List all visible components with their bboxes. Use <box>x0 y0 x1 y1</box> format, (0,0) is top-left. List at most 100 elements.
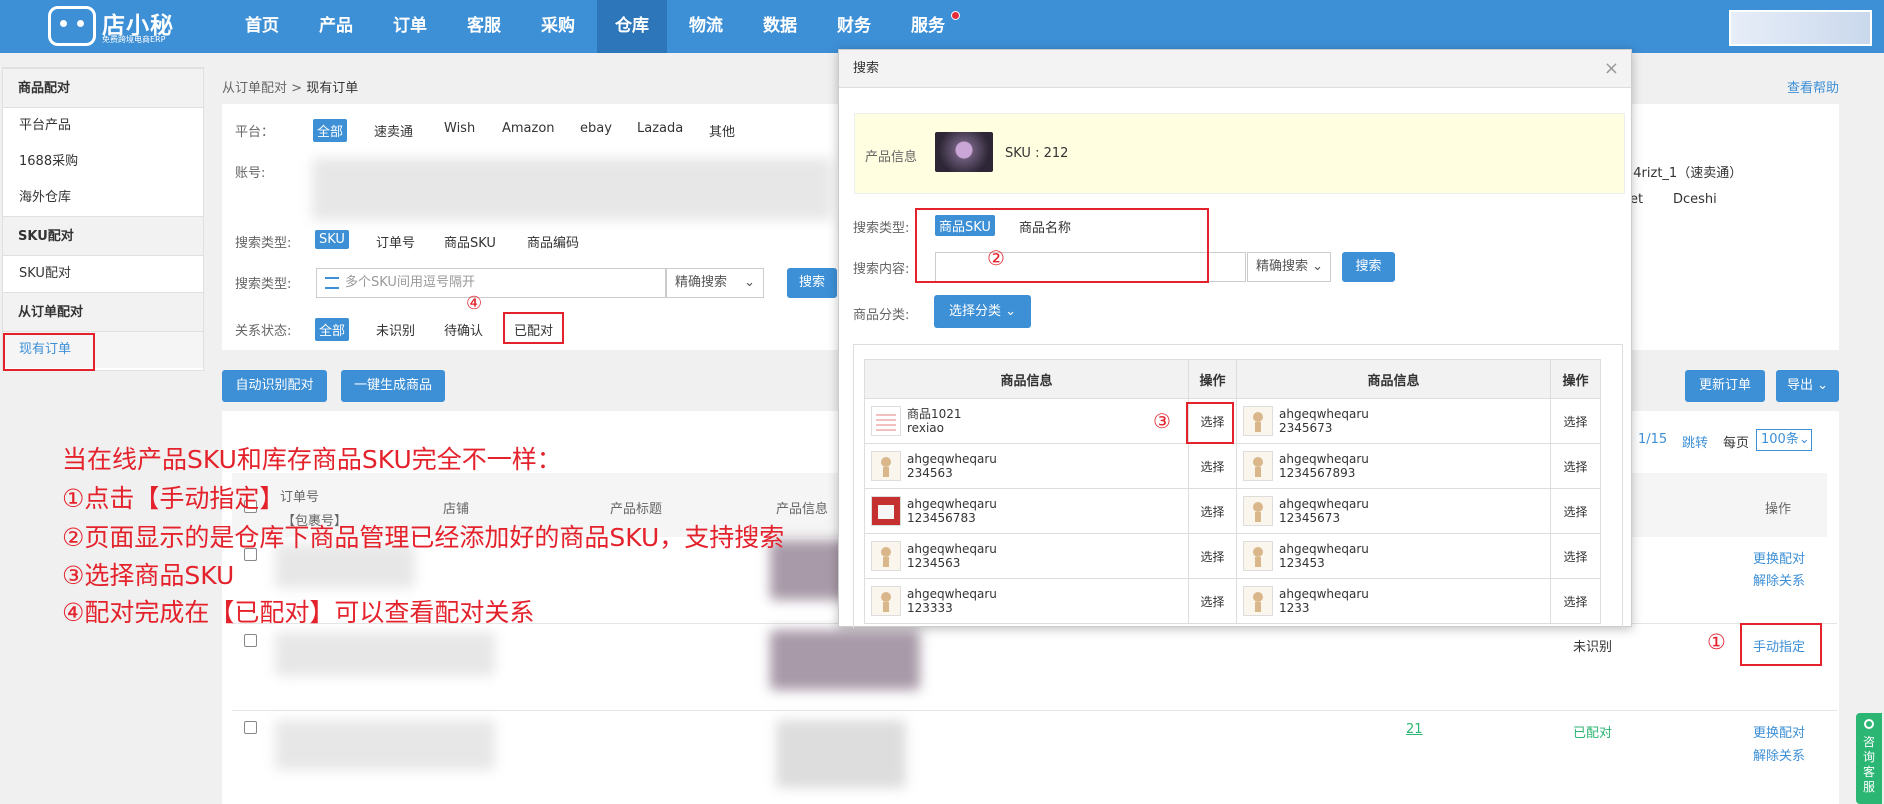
nav-purchase[interactable]: 采购 <box>526 0 590 53</box>
select-link[interactable]: 选择 <box>1550 398 1601 444</box>
col-action: 操作 <box>1765 502 1792 517</box>
change-match-link[interactable]: 更换配对 <box>1753 722 1805 741</box>
row-order-blurred <box>275 720 495 770</box>
category-label: 商品分类: <box>853 308 910 323</box>
sidebar-item-1688[interactable]: 1688采购 <box>3 144 203 180</box>
platform-option-amazon[interactable]: Amazon <box>498 119 559 138</box>
breadcrumb-parent[interactable]: 从订单配对 <box>222 81 287 96</box>
nav-home[interactable]: 首页 <box>230 0 294 53</box>
annotation-mark-3: ③ <box>1153 409 1171 433</box>
modal-search-content-label: 搜索内容: <box>853 262 910 277</box>
select-link[interactable]: 选择 <box>1550 443 1601 489</box>
search-type-goods-sku[interactable]: 商品SKU <box>440 230 500 253</box>
breadcrumb-separator: > <box>291 81 303 96</box>
relation-option-unrecognized[interactable]: 未识别 <box>372 318 419 341</box>
goods-sku: 1234567893 <box>1279 466 1356 480</box>
search-button[interactable]: 搜索 <box>787 268 837 298</box>
goods-name: ahgeqwheqaru <box>907 542 997 556</box>
unlink-link[interactable]: 解除关系 <box>1753 745 1805 764</box>
sidebar: 商品配对 平台产品 1688采购 海外仓库 SKU配对 SKU配对 从订单配对 … <box>2 67 204 371</box>
select-link[interactable]: 选择 <box>1188 443 1237 489</box>
sku-search-input[interactable]: 多个SKU间用逗号隔开 <box>316 268 666 298</box>
nav-data[interactable]: 数据 <box>748 0 812 53</box>
relation-option-pending[interactable]: 待确认 <box>440 318 487 341</box>
search-type-sku[interactable]: SKU <box>315 230 349 249</box>
platform-option-all[interactable]: 全部 <box>313 119 348 142</box>
search-type-goods-code[interactable]: 商品编码 <box>523 230 583 253</box>
annotation-mark-1: ① <box>1707 630 1726 654</box>
nav-products[interactable]: 产品 <box>304 0 368 53</box>
nav-orders[interactable]: 订单 <box>378 0 442 53</box>
account-item-aliexpress[interactable]: 54rizt_1（速卖通） <box>1625 162 1742 181</box>
select-link[interactable]: 选择 <box>1550 578 1601 624</box>
platform-option-ebay[interactable]: ebay <box>576 119 616 138</box>
table-row: ahgeqwheqaru 234563 选择 ahgeqwheqaru 123456… <box>864 443 1601 489</box>
row-divider <box>232 710 1837 711</box>
select-link[interactable]: 选择 <box>1550 488 1601 534</box>
goods-name: ahgeqwheqaru <box>1279 542 1369 556</box>
goods-thumbnail <box>1243 406 1273 436</box>
matched-count[interactable]: 21 <box>1406 722 1423 737</box>
sidebar-item-overseas-warehouse[interactable]: 海外仓库 <box>3 180 203 216</box>
platform-option-aliexpress[interactable]: 速卖通 <box>370 119 417 142</box>
account-list-blurred <box>312 158 832 220</box>
export-label: 导出 <box>1786 378 1813 393</box>
col-action-right: 操作 <box>1550 359 1601 399</box>
product-sku: SKU : 212 <box>1005 146 1069 161</box>
platform-option-wish[interactable]: Wish <box>440 119 479 138</box>
notification-dot-icon <box>951 11 960 20</box>
modal-search-mode-select[interactable]: 精确搜索 ⌄ <box>1247 252 1331 282</box>
select-link[interactable]: 选择 <box>1188 488 1237 534</box>
platform-option-lazada[interactable]: Lazada <box>633 119 687 138</box>
export-button[interactable]: 导出 ⌄ <box>1776 370 1839 402</box>
nav-logistics[interactable]: 物流 <box>674 0 738 53</box>
per-page-label: 每页 <box>1723 436 1750 451</box>
per-page-select[interactable]: 100条⌄ <box>1756 429 1812 451</box>
logo[interactable]: 店小秘 免费跨境电商ERP <box>44 4 174 48</box>
sidebar-section-sku-match: SKU配对 <box>3 216 203 256</box>
relation-option-all[interactable]: 全部 <box>315 318 350 341</box>
customer-service-button[interactable]: 咨询客服 <box>1856 713 1882 804</box>
modal-search-button[interactable]: 搜索 <box>1342 252 1395 282</box>
help-link[interactable]: 查看帮助 <box>1787 77 1839 96</box>
nav-service[interactable]: 客服 <box>452 0 516 53</box>
user-account-area[interactable] <box>1729 10 1872 46</box>
col-product-info: 产品信息 <box>776 502 829 517</box>
search-type-order-no[interactable]: 订单号 <box>372 230 419 253</box>
col-goods-info-right: 商品信息 <box>1236 359 1551 399</box>
select-category-button[interactable]: 选择分类 ⌄ <box>934 295 1031 328</box>
select-link[interactable]: 选择 <box>1550 533 1601 579</box>
highlight-select-link <box>1186 402 1234 444</box>
headset-icon <box>1864 719 1874 729</box>
row-checkbox[interactable] <box>244 721 257 734</box>
select-link[interactable]: 选择 <box>1188 578 1237 624</box>
nav-warehouse[interactable]: 仓库 <box>597 0 667 53</box>
search-mode-value: 精确搜索 <box>675 275 728 290</box>
goods-name: ahgeqwheqaru <box>1279 587 1369 601</box>
row-checkbox[interactable] <box>244 634 257 647</box>
goods-thumbnail <box>1243 586 1273 616</box>
breadcrumb: 从订单配对 > 现有订单 <box>222 77 358 96</box>
unlink-link[interactable]: 解除关系 <box>1753 570 1805 589</box>
generate-goods-button[interactable]: 一键生成商品 <box>341 370 445 402</box>
goods-sku: 1233 <box>1279 601 1310 615</box>
goods-sku: 123453 <box>1279 556 1325 570</box>
update-orders-button[interactable]: 更新订单 <box>1685 370 1765 402</box>
account-item-dceshi[interactable]: Dceshi <box>1673 192 1717 207</box>
sidebar-item-sku-match[interactable]: SKU配对 <box>3 256 203 292</box>
goods-thumbnail <box>871 406 901 436</box>
sidebar-item-platform-products[interactable]: 平台产品 <box>3 108 203 144</box>
nav-services[interactable]: 服务 <box>896 0 960 53</box>
auto-match-button[interactable]: 自动识别配对 <box>222 370 327 402</box>
platform-option-other[interactable]: 其他 <box>705 119 739 142</box>
pagination-jump[interactable]: 跳转 <box>1682 432 1708 451</box>
select-link[interactable]: 选择 <box>1188 533 1237 579</box>
goods-name: ahgeqwheqaru <box>907 452 997 466</box>
search-mode-select[interactable]: 精确搜索 ⌄ <box>666 268 764 298</box>
logo-tagline: 免费跨境电商ERP <box>102 35 166 44</box>
goods-name: ahgeqwheqaru <box>1279 497 1369 511</box>
close-icon[interactable]: × <box>1604 50 1619 88</box>
status-unrecognized: 未识别 <box>1573 640 1613 655</box>
nav-finance[interactable]: 财务 <box>822 0 886 53</box>
change-match-link[interactable]: 更换配对 <box>1753 548 1805 567</box>
